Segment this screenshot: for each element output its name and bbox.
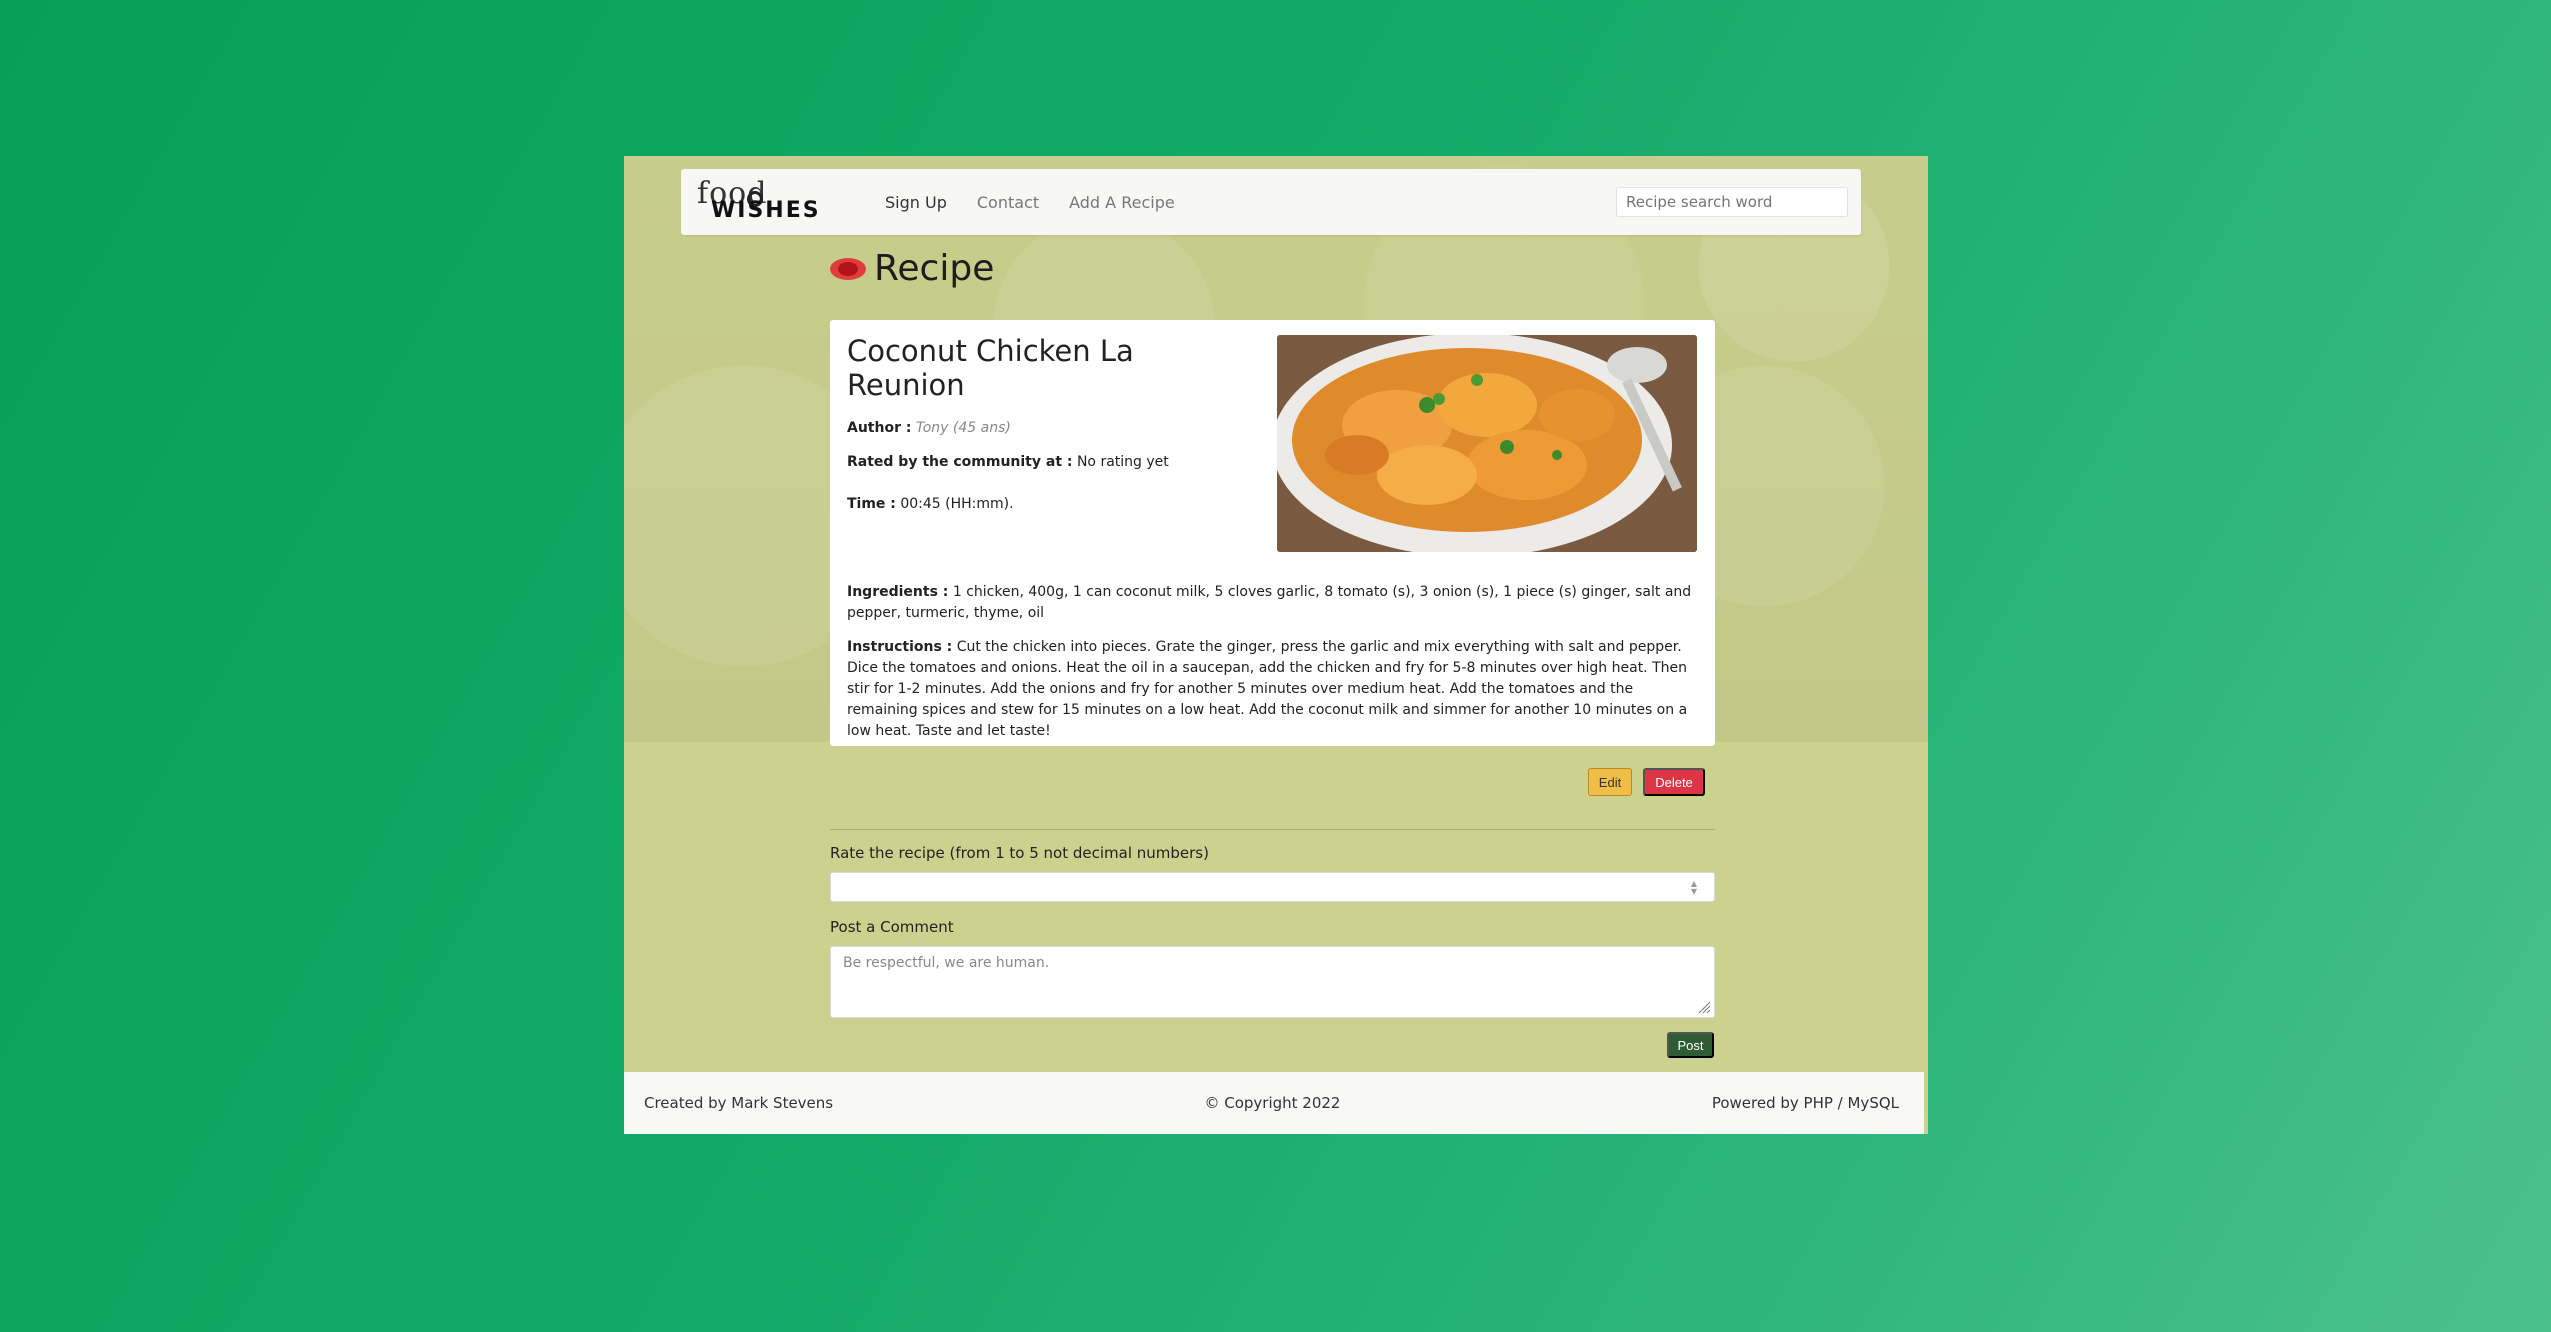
navbar: food WISHES Sign Up Contact Add A Recipe xyxy=(681,169,1861,235)
rating-row: Rated by the community at : No rating ye… xyxy=(847,454,1169,470)
comment-textarea[interactable]: Be respectful, we are human. xyxy=(830,946,1715,1018)
time-label: Time : xyxy=(847,496,896,512)
nav-contact[interactable]: Contact xyxy=(977,193,1039,212)
edit-button[interactable]: Edit xyxy=(1588,768,1632,796)
post-button[interactable]: Post xyxy=(1667,1032,1714,1058)
footer: Created by Mark Stevens © Copyright 2022… xyxy=(624,1072,1924,1134)
search-input[interactable] xyxy=(1616,187,1848,217)
divider xyxy=(830,829,1715,830)
author-label: Author : xyxy=(847,420,912,436)
time-value: 00:45 (HH:mm). xyxy=(900,496,1014,512)
time-row: Time : 00:45 (HH:mm). xyxy=(847,496,1014,512)
comment-placeholder: Be respectful, we are human. xyxy=(843,955,1050,971)
rate-label: Rate the recipe (from 1 to 5 not decimal… xyxy=(830,844,1209,862)
ingredients-row: Ingredients : 1 chicken, 400g, 1 can coc… xyxy=(847,582,1697,624)
ingredients-label: Ingredients : xyxy=(847,584,949,600)
instructions-value: Cut the chicken into pieces. Grate the g… xyxy=(847,639,1688,739)
ingredients-value: 1 chicken, 400g, 1 can coconut milk, 5 c… xyxy=(847,584,1692,621)
footer-copyright: © Copyright 2022 xyxy=(1204,1094,1341,1112)
dish-icon xyxy=(830,257,866,280)
page-title: Recipe xyxy=(830,248,994,289)
instructions-row: Instructions : Cut the chicken into piec… xyxy=(847,637,1697,742)
logo-text-bottom: WISHES xyxy=(711,198,821,223)
page-heading: Recipe xyxy=(874,248,995,289)
recipe-image xyxy=(1277,335,1697,552)
comment-label: Post a Comment xyxy=(830,918,954,936)
site-logo[interactable]: food WISHES xyxy=(697,169,857,235)
rating-input[interactable]: ▲ ▼ xyxy=(830,872,1715,902)
recipe-card: Coconut Chicken La Reunion Author : Tony… xyxy=(830,320,1715,746)
author-value: Tony (45 ans) xyxy=(915,420,1011,436)
resize-handle-icon[interactable] xyxy=(1697,1000,1711,1014)
browser-page: food WISHES Sign Up Contact Add A Recipe… xyxy=(624,156,1928,1134)
rating-label: Rated by the community at : xyxy=(847,454,1073,470)
stepper-icon[interactable]: ▲ ▼ xyxy=(1688,880,1700,896)
recipe-title: Coconut Chicken La Reunion xyxy=(847,334,1134,402)
nav-sign-up[interactable]: Sign Up xyxy=(885,193,947,212)
footer-credit: Created by Mark Stevens xyxy=(644,1094,834,1112)
nav-add-recipe[interactable]: Add A Recipe xyxy=(1069,193,1175,212)
footer-powered-by: Powered by PHP / MySQL xyxy=(1711,1094,1899,1112)
author-row: Author : Tony (45 ans) xyxy=(847,420,1011,436)
instructions-label: Instructions : xyxy=(847,639,953,655)
rating-value: No rating yet xyxy=(1076,454,1169,470)
delete-button[interactable]: Delete xyxy=(1643,768,1705,796)
nav-links: Sign Up Contact Add A Recipe xyxy=(885,193,1175,212)
